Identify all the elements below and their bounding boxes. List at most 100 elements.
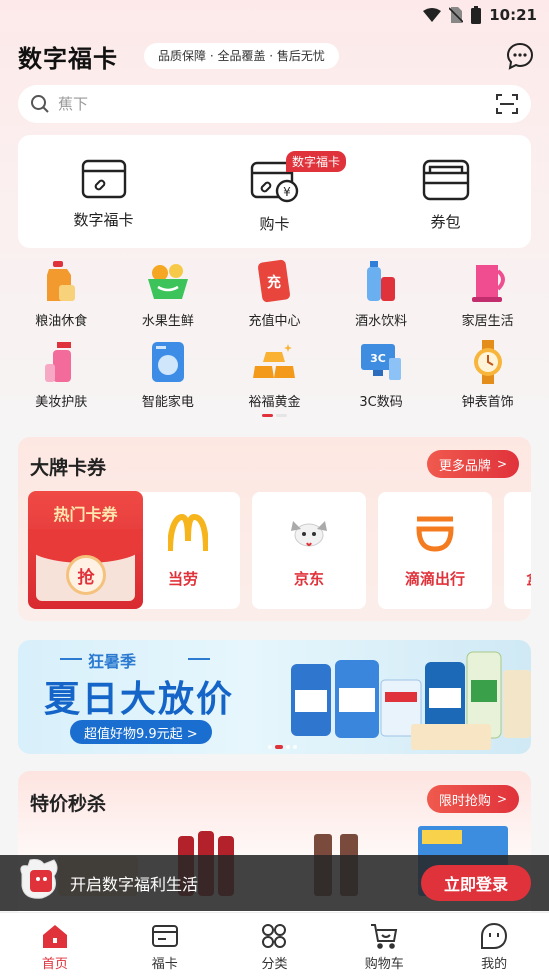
hot-coupon-card[interactable]: 热门卡券 抢 (28, 491, 143, 609)
brand-card-didi[interactable]: 滴滴出行 (378, 492, 492, 609)
card-icon (81, 159, 126, 199)
banner-dot (286, 745, 290, 749)
svg-text:¥: ¥ (283, 185, 291, 199)
category-item[interactable]: 美妆护肤 (8, 339, 115, 410)
pager-dot-active (262, 414, 273, 417)
brand-card-partial[interactable]: 盒 (504, 492, 531, 609)
category-item[interactable]: 粮油休食 (8, 258, 115, 329)
season-line-left (60, 658, 82, 660)
tab-category[interactable]: 分类 (220, 913, 330, 976)
brand-section-title: 大牌卡券 (30, 457, 107, 479)
limited-sale-label: 限时抢购 (438, 793, 491, 809)
search-bar[interactable] (18, 85, 531, 123)
digital-card-label: 数字福卡 (73, 211, 134, 229)
category-item[interactable]: 水果生鲜 (115, 258, 222, 329)
login-button[interactable]: 立即登录 (421, 865, 531, 901)
slogan-badge: 品质保障 · 全品覆盖 · 售后无忧 (144, 43, 339, 69)
coupon-wallet-entry[interactable]: 券包 (360, 135, 531, 248)
brand-card-jd[interactable]: 京东 (252, 492, 366, 609)
banner-title: 夏日大放价 (44, 679, 235, 720)
jd-dog-logo-icon (284, 508, 334, 558)
login-prompt-text: 开启数字福利生活 (70, 875, 199, 894)
brand-name: 盒 (526, 568, 531, 589)
grid-icon (262, 924, 287, 948)
partial-logo-icon (509, 508, 531, 558)
grab-coin-icon: 抢 (66, 555, 106, 595)
kettle-icon (465, 258, 511, 304)
no-sim-icon (449, 7, 464, 23)
category-label: 家居生活 (461, 314, 514, 329)
brand-card-mcdonalds[interactable]: 当劳 (126, 492, 240, 609)
category-item[interactable]: 钟表首饰 (434, 339, 541, 410)
battery-icon (471, 6, 482, 24)
category-label: 钟表首饰 (461, 395, 514, 410)
scan-icon[interactable] (495, 92, 519, 116)
category-pager (262, 414, 287, 417)
bottom-tab-bar: 首页 福卡 分类 购物车 我的 (0, 912, 549, 976)
buy-card-entry[interactable]: 数字福卡 ¥ 购卡 (189, 135, 360, 248)
mascot-icon (20, 859, 58, 899)
home-icon (42, 925, 67, 948)
pager-dot (276, 414, 287, 417)
category-grid: 粮油休食 水果生鲜 充 充值中心 酒水饮料 家居生活 美妆护肤 智能家电 裕福黄… (8, 258, 541, 410)
category-item[interactable]: 充 充值中心 (221, 258, 328, 329)
limited-sale-button[interactable]: 限时抢购 > (426, 785, 519, 813)
svg-text:充: 充 (267, 274, 281, 291)
banner-season: 狂暑季 (88, 652, 137, 671)
summer-sale-banner[interactable]: 狂暑季 夏日大放价 超值好物9.9元起 > (18, 640, 531, 754)
app-header: 数字福卡 品质保障 · 全品覆盖 · 售后无忧 (18, 38, 535, 74)
buy-card-badge: 数字福卡 (286, 151, 347, 172)
svg-text:3C: 3C (370, 352, 386, 365)
profile-icon (481, 922, 508, 949)
gold-bars-icon (251, 339, 297, 385)
category-label: 智能家电 (141, 395, 194, 410)
tab-mine[interactable]: 我的 (439, 913, 549, 976)
didi-logo-icon (410, 508, 460, 558)
category-item[interactable]: 3C 3C数码 (328, 339, 435, 410)
brand-list: 当劳 京东 滴滴出行 盒 (126, 492, 531, 609)
tab-label: 福卡 (151, 957, 178, 972)
cosmetics-icon (38, 339, 84, 385)
card-icon (151, 925, 178, 947)
cart-icon (371, 924, 398, 949)
tab-label: 首页 (41, 957, 68, 972)
recharge-phone-icon: 充 (251, 258, 297, 304)
flash-section-title: 特价秒杀 (30, 793, 107, 815)
tab-label: 分类 (261, 957, 288, 972)
brand-name: 滴滴出行 (404, 570, 465, 588)
category-item[interactable]: 智能家电 (115, 339, 222, 410)
drink-bottle-icon (358, 258, 404, 304)
search-input[interactable] (58, 95, 495, 113)
digital-card-entry[interactable]: 数字福卡 (18, 135, 189, 248)
message-icon[interactable] (505, 41, 535, 71)
more-brands-button[interactable]: 更多品牌 > (426, 450, 519, 478)
tab-label: 我的 (481, 957, 508, 972)
banner-products-image (291, 651, 531, 750)
banner-cta: 超值好物9.9元起 > (70, 720, 212, 744)
wifi-icon (423, 8, 442, 22)
category-item[interactable]: 裕福黄金 (221, 339, 328, 410)
category-label: 充值中心 (248, 314, 301, 329)
hot-coupon-title: 热门卡券 (53, 505, 118, 524)
search-icon (31, 95, 49, 113)
banner-dot (293, 745, 297, 749)
category-item[interactable]: 酒水饮料 (328, 258, 435, 329)
login-prompt-bar: 开启数字福利生活 立即登录 (0, 855, 549, 911)
status-time: 10:21 (489, 6, 537, 24)
brand-name: 当劳 (167, 570, 198, 588)
category-label: 酒水饮料 (355, 314, 408, 329)
category-item[interactable]: 家居生活 (434, 258, 541, 329)
category-label: 水果生鲜 (141, 314, 194, 329)
buy-card-label: 购卡 (259, 215, 290, 233)
banner-dot (268, 745, 272, 749)
tab-fuka[interactable]: 福卡 (110, 913, 220, 976)
computer-icon: 3C (358, 339, 404, 385)
banner-pager (268, 745, 297, 749)
tab-label: 购物车 (364, 957, 404, 972)
banner-dot-active (275, 745, 283, 749)
category-label: 裕福黄金 (248, 395, 301, 410)
category-label: 3C数码 (359, 395, 403, 410)
tab-home[interactable]: 首页 (0, 913, 110, 976)
season-line-right (188, 658, 210, 660)
tab-cart[interactable]: 购物车 (329, 913, 439, 976)
